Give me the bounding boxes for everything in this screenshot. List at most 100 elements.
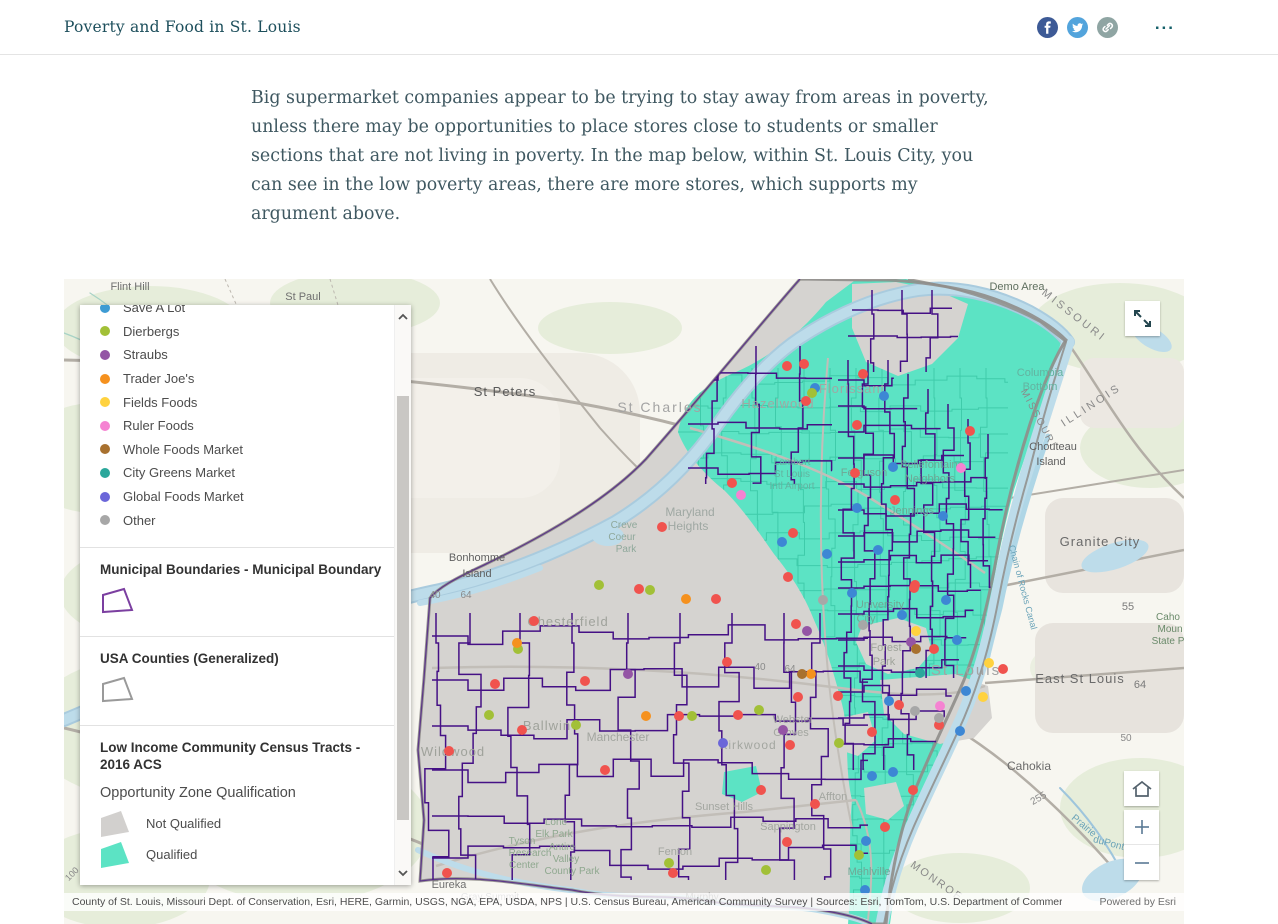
copy-link-button[interactable] <box>1096 17 1118 38</box>
store-dot[interactable] <box>890 495 900 505</box>
store-dot[interactable] <box>879 391 889 401</box>
store-dot[interactable] <box>894 700 904 710</box>
store-dot[interactable] <box>782 361 792 371</box>
store-dot[interactable] <box>873 545 883 555</box>
store-dot[interactable] <box>444 746 454 756</box>
store-dot[interactable] <box>818 595 828 605</box>
store-dot[interactable] <box>802 626 812 636</box>
store-dot[interactable] <box>668 868 678 878</box>
store-dot[interactable] <box>834 738 844 748</box>
store-dot[interactable] <box>806 669 816 679</box>
store-dot[interactable] <box>722 657 732 667</box>
store-dot[interactable] <box>733 710 743 720</box>
store-dot[interactable] <box>822 549 832 559</box>
store-dot[interactable] <box>888 462 898 472</box>
twitter-share-button[interactable] <box>1066 17 1088 38</box>
store-dot[interactable] <box>935 701 945 711</box>
store-dot[interactable] <box>793 692 803 702</box>
store-dot[interactable] <box>807 388 817 398</box>
store-dot[interactable] <box>955 726 965 736</box>
store-dot[interactable] <box>754 705 764 715</box>
store-dot[interactable] <box>961 686 971 696</box>
home-button[interactable] <box>1124 771 1159 806</box>
store-dot[interactable] <box>852 503 862 513</box>
store-dot[interactable] <box>571 720 581 730</box>
store-dot[interactable] <box>777 537 787 547</box>
store-dot[interactable] <box>594 580 604 590</box>
store-dot[interactable] <box>797 669 807 679</box>
store-dot[interactable] <box>897 610 907 620</box>
scrollbar-thumb[interactable] <box>397 396 409 820</box>
store-dot[interactable] <box>854 850 864 860</box>
store-dot[interactable] <box>600 765 610 775</box>
scroll-down-icon[interactable] <box>398 869 408 877</box>
store-dot[interactable] <box>645 585 655 595</box>
store-dot[interactable] <box>512 638 522 648</box>
store-dot[interactable] <box>641 711 651 721</box>
store-dot[interactable] <box>911 626 921 636</box>
store-dot[interactable] <box>978 692 988 702</box>
store-dot[interactable] <box>852 420 862 430</box>
store-dot[interactable] <box>810 799 820 809</box>
store-dot[interactable] <box>938 511 948 521</box>
store-dot[interactable] <box>580 676 590 686</box>
store-dot[interactable] <box>761 865 771 875</box>
store-dot[interactable] <box>718 738 728 748</box>
store-dot[interactable] <box>911 644 921 654</box>
store-dot[interactable] <box>664 858 674 868</box>
store-dot[interactable] <box>867 727 877 737</box>
store-dot[interactable] <box>915 668 925 678</box>
store-dot[interactable] <box>529 616 539 626</box>
store-dot[interactable] <box>490 679 500 689</box>
store-dot[interactable] <box>850 468 860 478</box>
store-dot[interactable] <box>884 696 894 706</box>
store-dot[interactable] <box>801 396 811 406</box>
store-dot[interactable] <box>858 620 868 630</box>
more-options-button[interactable]: ... <box>1153 15 1177 37</box>
store-dot[interactable] <box>517 725 527 735</box>
store-dot[interactable] <box>785 740 795 750</box>
store-dot[interactable] <box>727 478 737 488</box>
store-dot[interactable] <box>998 664 1008 674</box>
store-dot[interactable] <box>791 619 801 629</box>
store-dot[interactable] <box>799 359 809 369</box>
store-dot[interactable] <box>736 490 746 500</box>
store-dot[interactable] <box>778 725 788 735</box>
store-dot[interactable] <box>880 822 890 832</box>
expand-map-button[interactable] <box>1125 301 1160 336</box>
store-dot[interactable] <box>782 837 792 847</box>
store-dot[interactable] <box>965 426 975 436</box>
legend-scrollbar[interactable] <box>394 305 411 885</box>
facebook-share-button[interactable] <box>1036 17 1058 38</box>
store-dot[interactable] <box>929 644 939 654</box>
store-dot[interactable] <box>484 710 494 720</box>
store-dot[interactable] <box>634 584 644 594</box>
zoom-in-button[interactable] <box>1124 810 1159 845</box>
store-dot[interactable] <box>674 711 684 721</box>
scroll-up-icon[interactable] <box>398 313 408 321</box>
store-dot[interactable] <box>783 572 793 582</box>
store-dot[interactable] <box>867 771 877 781</box>
store-dot[interactable] <box>888 767 898 777</box>
store-dot[interactable] <box>861 836 871 846</box>
store-dot[interactable] <box>788 528 798 538</box>
store-dot[interactable] <box>908 785 918 795</box>
store-dot[interactable] <box>910 706 920 716</box>
store-dot[interactable] <box>756 785 766 795</box>
store-dot[interactable] <box>909 583 919 593</box>
store-dot[interactable] <box>711 594 721 604</box>
store-dot[interactable] <box>847 588 857 598</box>
map-embed[interactable]: Flint Hill St Paul Demo Area St Peters St Ch… <box>64 279 1184 924</box>
store-dot[interactable] <box>687 711 697 721</box>
store-dot[interactable] <box>934 713 944 723</box>
store-dot[interactable] <box>623 669 633 679</box>
store-dot[interactable] <box>984 658 994 668</box>
store-dot[interactable] <box>681 594 691 604</box>
store-dot[interactable] <box>442 868 452 878</box>
zoom-out-button[interactable] <box>1124 845 1159 880</box>
store-dot[interactable] <box>858 369 868 379</box>
store-dot[interactable] <box>657 522 667 532</box>
store-dot[interactable] <box>956 463 966 473</box>
store-dot[interactable] <box>941 595 951 605</box>
store-dot[interactable] <box>833 691 843 701</box>
